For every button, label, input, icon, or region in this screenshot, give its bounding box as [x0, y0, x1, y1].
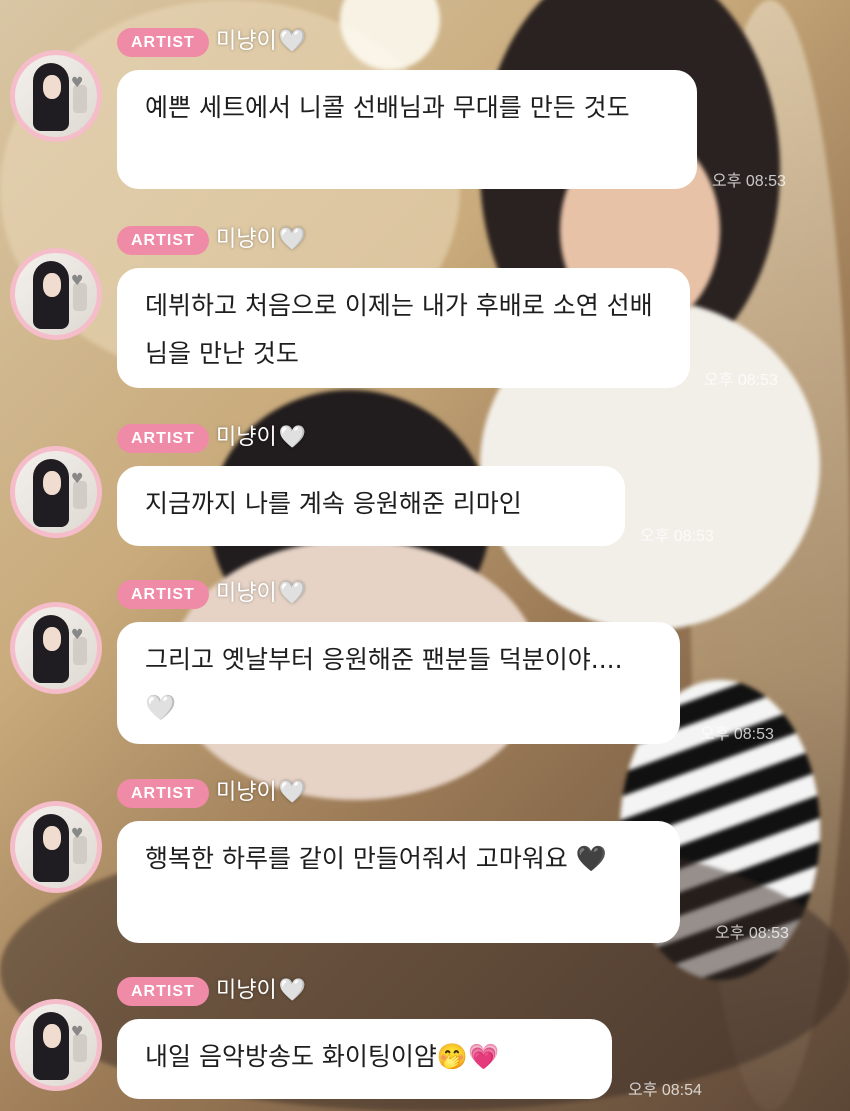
avatar[interactable]: ♥	[10, 50, 102, 142]
sender-name: 미냥이🤍	[216, 26, 306, 58]
sender-name: 미냥이🤍	[216, 422, 306, 454]
white-heart-icon: 🤍	[278, 978, 307, 1003]
timestamp: 오후 08:54	[628, 1082, 702, 1099]
avatar[interactable]: ♥	[10, 801, 102, 893]
message-bubble[interactable]: 예쁜 세트에서 니콜 선배님과 무대를 만든 것도	[117, 70, 697, 189]
artist-badge: ARTIST	[117, 28, 209, 57]
white-heart-icon: 🤍	[278, 227, 307, 252]
artist-badge: ARTIST	[117, 226, 209, 255]
artist-badge: ARTIST	[117, 580, 209, 609]
white-heart-icon: 🤍	[278, 581, 307, 606]
sender-name-text: 미냥이	[216, 29, 277, 54]
message-bubble[interactable]: 지금까지 나를 계속 응원해준 리마인	[117, 466, 625, 546]
message-bubble[interactable]: 행복한 하루를 같이 만들어줘서 고마워요 🖤	[117, 821, 680, 943]
white-heart-icon: 🤍	[278, 425, 307, 450]
sender-name-text: 미냥이	[216, 581, 277, 606]
artist-badge: ARTIST	[117, 977, 209, 1006]
message-bubble[interactable]: 내일 음악방송도 화이팅이얌🤭💗	[117, 1019, 612, 1099]
sender-name: 미냥이🤍	[216, 224, 306, 256]
message-bubble[interactable]: 그리고 옛날부터 응원해준 팬분들 덕분이야....🤍	[117, 622, 680, 744]
sender-name: 미냥이🤍	[216, 777, 306, 809]
white-heart-icon: 🤍	[278, 780, 307, 805]
avatar[interactable]: ♥	[10, 446, 102, 538]
avatar[interactable]: ♥	[10, 602, 102, 694]
timestamp: 오후 08:53	[715, 925, 789, 942]
sender-name-text: 미냥이	[216, 425, 277, 450]
sender-name: 미냥이🤍	[216, 578, 306, 610]
artist-badge: ARTIST	[117, 424, 209, 453]
sender-name: 미냥이🤍	[216, 975, 306, 1007]
timestamp: 오후 08:53	[712, 173, 786, 190]
sender-name-text: 미냥이	[216, 780, 277, 805]
timestamp: 오후 08:53	[704, 372, 778, 389]
avatar[interactable]: ♥	[10, 248, 102, 340]
artist-badge: ARTIST	[117, 779, 209, 808]
timestamp: 오후 08:53	[640, 528, 714, 545]
message-bubble[interactable]: 데뷔하고 처음으로 이제는 내가 후배로 소연 선배님을 만난 것도	[117, 268, 690, 388]
sender-name-text: 미냥이	[216, 978, 277, 1003]
avatar[interactable]: ♥	[10, 999, 102, 1091]
timestamp: 오후 08:53	[700, 726, 774, 743]
white-heart-icon: 🤍	[278, 29, 307, 54]
sender-name-text: 미냥이	[216, 227, 277, 252]
